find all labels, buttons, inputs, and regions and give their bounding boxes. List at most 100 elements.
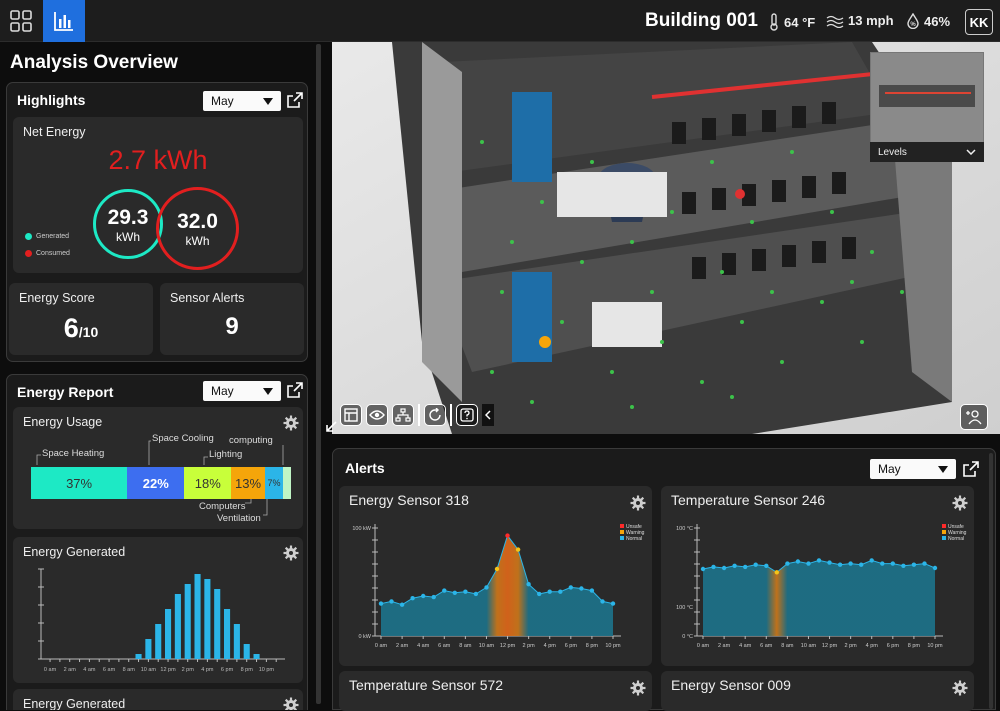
alert-point[interactable] <box>410 596 415 601</box>
alert-point[interactable] <box>922 561 927 566</box>
alert-point[interactable] <box>848 561 853 566</box>
alert-point[interactable] <box>859 562 864 567</box>
usage-segment[interactable] <box>283 467 291 499</box>
alert-point[interactable] <box>484 585 489 590</box>
alert-point[interactable] <box>711 564 716 570</box>
alert-point[interactable] <box>494 566 500 572</box>
alert-point[interactable] <box>721 565 727 571</box>
usage-segment[interactable]: 37% <box>31 467 128 499</box>
gear-icon[interactable] <box>952 680 968 696</box>
usage-segment[interactable]: 13% <box>231 467 265 499</box>
sensor-alerts-card[interactable]: Sensor Alerts 9 <box>160 283 304 355</box>
alert-point[interactable] <box>753 562 758 567</box>
alert-point[interactable] <box>732 563 737 568</box>
hierarchy-button[interactable] <box>392 404 414 426</box>
collapse-toolbar-button[interactable] <box>482 404 494 426</box>
alert-point[interactable] <box>515 547 521 552</box>
gear-icon[interactable] <box>630 495 646 511</box>
gear-icon[interactable] <box>283 415 299 431</box>
visibility-button[interactable] <box>366 404 388 426</box>
alert-point[interactable] <box>547 589 552 594</box>
gear-icon[interactable] <box>630 680 646 696</box>
gear-icon[interactable] <box>283 697 299 710</box>
alert-point[interactable] <box>880 561 885 566</box>
rotate-button[interactable] <box>424 404 446 426</box>
floorplan-button[interactable] <box>340 404 362 426</box>
resize-corner-icon[interactable] <box>324 420 338 434</box>
alert-point[interactable] <box>806 561 811 566</box>
alert-point[interactable] <box>785 561 790 566</box>
legend-swatch <box>620 530 624 534</box>
alert-point[interactable] <box>816 558 822 563</box>
x-tick-label: 4 pm <box>201 667 214 673</box>
chevron-down-icon <box>938 465 948 473</box>
alert-point[interactable] <box>932 565 938 571</box>
alert-point[interactable] <box>869 558 874 563</box>
alert-point[interactable] <box>890 561 895 566</box>
alert-card-title: Energy Sensor 009 <box>671 677 791 693</box>
user-avatar[interactable]: KK <box>965 9 993 35</box>
report-month-select[interactable]: May <box>203 381 281 401</box>
x-tick-label: 10 pm <box>259 667 275 673</box>
y-mid-label: 100 °C <box>676 605 693 611</box>
alert-point[interactable] <box>700 566 706 572</box>
alert-point[interactable] <box>505 533 510 538</box>
add-occupant-button[interactable] <box>960 404 988 430</box>
alert-point[interactable] <box>463 589 468 594</box>
usage-segment[interactable]: 18% <box>184 467 232 499</box>
alert-point[interactable] <box>774 570 779 575</box>
generated-bar <box>243 644 250 659</box>
alert-point[interactable] <box>378 601 384 606</box>
alert-point[interactable] <box>431 594 436 600</box>
alert-point[interactable] <box>837 562 843 567</box>
alert-point[interactable] <box>589 588 595 593</box>
analytics-view-button[interactable] <box>43 0 85 42</box>
x-tick-label: 6 pm <box>887 643 900 649</box>
alert-point[interactable] <box>610 601 616 606</box>
building-3d-viewer[interactable]: Levels <box>332 42 1000 434</box>
external-link-icon[interactable] <box>287 92 303 108</box>
x-tick-label: 2 am <box>64 667 77 673</box>
usage-segment[interactable]: 22% <box>127 467 185 499</box>
alert-point[interactable] <box>795 559 801 564</box>
alert-point[interactable] <box>579 586 584 591</box>
grid-icon <box>10 10 32 32</box>
help-button[interactable] <box>456 404 478 426</box>
y-max-label: 100 kW <box>352 526 371 532</box>
highlights-month-select[interactable]: May <box>203 91 281 111</box>
alert-point[interactable] <box>901 563 906 568</box>
alert-point[interactable] <box>452 590 457 595</box>
external-link-icon[interactable] <box>287 382 303 398</box>
alert-point[interactable] <box>764 563 769 568</box>
alert-point[interactable] <box>526 582 531 587</box>
alert-point[interactable] <box>568 585 573 590</box>
energy-score-label: Energy Score <box>19 291 95 305</box>
usage-segment[interactable]: 7% <box>264 467 284 499</box>
alert-card-temperature-246[interactable]: Temperature Sensor 246 100 °C 0 °C 100 °C 0… <box>661 486 974 666</box>
legend-swatch <box>942 536 946 540</box>
energy-score-value: 6 <box>63 313 79 343</box>
alert-point[interactable] <box>827 560 832 565</box>
left-scrollbar[interactable] <box>316 44 321 704</box>
alert-point[interactable] <box>399 602 405 607</box>
alert-card-energy-318[interactable]: Energy Sensor 318 100 kW 0 kW 0 am 2 am 4 am… <box>339 486 652 666</box>
alert-point[interactable] <box>911 562 917 567</box>
levels-select[interactable]: Levels <box>870 142 984 162</box>
alert-card-energy-009[interactable]: Energy Sensor 009 <box>661 671 974 711</box>
alert-point[interactable] <box>442 588 447 593</box>
alert-card-temperature-572[interactable]: Temperature Sensor 572 <box>339 671 652 711</box>
alerts-scrollbar[interactable] <box>989 453 993 709</box>
external-link-icon[interactable] <box>963 461 979 477</box>
alert-point[interactable] <box>558 589 563 594</box>
alert-point[interactable] <box>600 599 605 604</box>
gear-icon[interactable] <box>952 495 968 511</box>
alert-point[interactable] <box>743 564 748 570</box>
alerts-month-select[interactable]: May <box>870 459 956 479</box>
alert-point[interactable] <box>421 593 426 599</box>
x-tick-label: 4 am <box>739 643 752 649</box>
alert-point[interactable] <box>537 591 542 597</box>
alert-point[interactable] <box>473 591 479 597</box>
alert-point[interactable] <box>389 599 394 604</box>
grid-view-button[interactable] <box>0 0 42 42</box>
energy-usage-card: Energy Usage Space Heating Space Cooling… <box>13 407 303 529</box>
